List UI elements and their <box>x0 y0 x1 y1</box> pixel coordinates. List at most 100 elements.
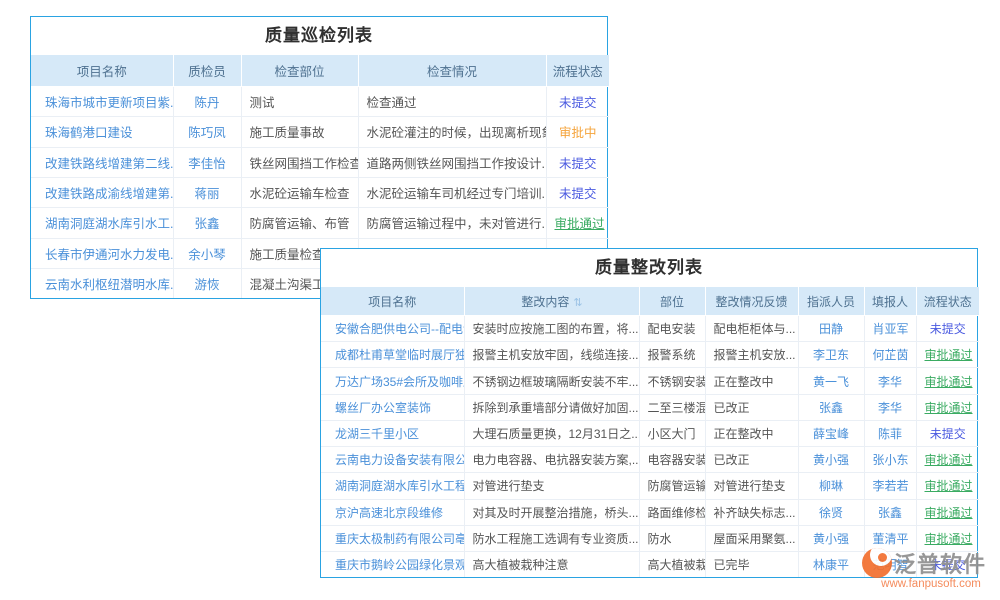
cell-content: 防水工程施工选调有专业资质... <box>464 525 639 551</box>
cell-status: 审批通过 <box>916 342 979 368</box>
cell-status: 审批中 <box>546 117 609 147</box>
cell-project[interactable]: 珠海鹤港口建设 <box>31 117 173 147</box>
column-header-feedback: 整改情况反馈 <box>705 287 798 316</box>
cell-reporter[interactable]: 肖亚军 <box>864 316 916 342</box>
cell-project[interactable]: 成都杜甫草堂临时展厅独立展... <box>321 342 464 368</box>
cell-feedback: 补齐缺失标志... <box>705 499 798 525</box>
cell-assignee[interactable]: 黄小强 <box>798 525 864 551</box>
cell-project[interactable]: 湖南洞庭湖水库引水工程施工标 <box>321 473 464 499</box>
cell-inspector[interactable]: 余小琴 <box>173 238 241 268</box>
cell-project[interactable]: 重庆市鹅岭公园绿化景观提升... <box>321 551 464 577</box>
cell-reporter[interactable]: 李华 <box>864 368 916 394</box>
cell-content: 报警主机安放牢固，线缆连接... <box>464 342 639 368</box>
cell-project[interactable]: 螺丝厂办公室装饰 <box>321 394 464 420</box>
cell-part: 测试 <box>241 87 358 117</box>
cell-part: 防腐管运输、布管 <box>241 208 358 238</box>
cell-project[interactable]: 龙湖三千里小区 <box>321 420 464 446</box>
cell-reporter[interactable]: 李华 <box>864 394 916 420</box>
table-row: 京沪高速北京段维修对其及时开展整治措施，桥头...路面维修检...补齐缺失标志.… <box>321 499 979 525</box>
cell-status: 审批通过 <box>916 447 979 473</box>
cell-reporter[interactable]: 何芷茵 <box>864 342 916 368</box>
cell-project[interactable]: 改建铁路成渝线增建第... <box>31 177 173 207</box>
table-row: 湖南洞庭湖水库引水工...张鑫防腐管运输、布管防腐管运输过程中，未对管进行...… <box>31 208 609 238</box>
cell-part: 铁丝网围挡工作检查 <box>241 147 358 177</box>
cell-content: 安装时应按施工图的布置，将... <box>464 316 639 342</box>
cell-inspector[interactable]: 陈丹 <box>173 87 241 117</box>
cell-project[interactable]: 云南水利枢纽潜明水库... <box>31 268 173 298</box>
cell-assignee[interactable]: 张鑫 <box>798 394 864 420</box>
column-header-assignee: 指派人员 <box>798 287 864 316</box>
table-row: 万达广场35#会所及咖啡厅空...不锈钢边框玻璃隔断安装不牢...不锈钢安装..… <box>321 368 979 394</box>
cell-project[interactable]: 改建铁路线增建第二线... <box>31 147 173 177</box>
cell-inspector[interactable]: 张鑫 <box>173 208 241 238</box>
rectification-table: 项目名称整改内容⇅部位整改情况反馈指派人员填报人流程状态 安徽合肥供电公司--配… <box>321 287 979 577</box>
column-header-project: 项目名称 <box>31 55 173 87</box>
cell-assignee[interactable]: 黄一飞 <box>798 368 864 394</box>
table-row: 云南电力设备安装有限公司20...电力电容器、电抗器安装方案,...电容器安装.… <box>321 447 979 473</box>
cell-status: 未提交 <box>546 147 609 177</box>
cell-situation: 水泥砼运输车司机经过专门培训... <box>358 177 546 207</box>
cell-inspector[interactable]: 李佳怡 <box>173 147 241 177</box>
cell-project[interactable]: 重庆太极制药有限公司亳州中... <box>321 525 464 551</box>
cell-reporter[interactable]: 张小东 <box>864 447 916 473</box>
cell-reporter[interactable]: 陈菲 <box>864 420 916 446</box>
fanpu-logo-icon <box>862 548 892 578</box>
cell-status: 审批通过 <box>916 394 979 420</box>
cell-feedback: 屋面采用聚氨... <box>705 525 798 551</box>
column-header-part: 部位 <box>639 287 705 316</box>
cell-inspector[interactable]: 游恢 <box>173 268 241 298</box>
cell-assignee[interactable]: 薛宝峰 <box>798 420 864 446</box>
cell-feedback: 正在整改中 <box>705 420 798 446</box>
cell-assignee[interactable]: 柳琳 <box>798 473 864 499</box>
cell-feedback: 已改正 <box>705 394 798 420</box>
cell-content: 拆除到承重墙部分请做好加固... <box>464 394 639 420</box>
column-header-part: 检查部位 <box>241 55 358 87</box>
column-header-content[interactable]: 整改内容⇅ <box>464 287 639 316</box>
cell-assignee[interactable]: 林康平 <box>798 551 864 577</box>
cell-project[interactable]: 湖南洞庭湖水库引水工... <box>31 208 173 238</box>
rectification-table-title: 质量整改列表 <box>321 249 977 287</box>
cell-part: 不锈钢安装... <box>639 368 705 394</box>
cell-reporter[interactable]: 张鑫 <box>864 499 916 525</box>
cell-part: 防腐管运输... <box>639 473 705 499</box>
cell-part: 路面维修检... <box>639 499 705 525</box>
cell-project[interactable]: 万达广场35#会所及咖啡厅空... <box>321 368 464 394</box>
table-row: 安徽合肥供电公司--配电设备...安装时应按施工图的布置，将...配电安装配电柜… <box>321 316 979 342</box>
column-header-situation: 检查情况 <box>358 55 546 87</box>
cell-part: 水泥砼运输车检查 <box>241 177 358 207</box>
cell-project[interactable]: 安徽合肥供电公司--配电设备... <box>321 316 464 342</box>
cell-content: 对管进行垫支 <box>464 473 639 499</box>
cell-situation: 检查通过 <box>358 87 546 117</box>
cell-feedback: 正在整改中 <box>705 368 798 394</box>
fanpu-brand-text: 泛普软件 <box>894 547 986 579</box>
cell-project[interactable]: 珠海市城市更新项目紫... <box>31 87 173 117</box>
column-header-status: 流程状态 <box>916 287 979 316</box>
cell-reporter[interactable]: 李若若 <box>864 473 916 499</box>
quality-rectification-table-card: 质量整改列表 项目名称整改内容⇅部位整改情况反馈指派人员填报人流程状态 安徽合肥… <box>320 248 978 578</box>
cell-status: 未提交 <box>916 420 979 446</box>
sort-icon[interactable]: ⇅ <box>573 297 581 309</box>
cell-project[interactable]: 长春市伊通河水力发电... <box>31 238 173 268</box>
cell-assignee[interactable]: 李卫东 <box>798 342 864 368</box>
cell-assignee[interactable]: 黄小强 <box>798 447 864 473</box>
cell-part: 施工质量事故 <box>241 117 358 147</box>
cell-inspector[interactable]: 陈巧凤 <box>173 117 241 147</box>
cell-content: 高大植被栽种注意 <box>464 551 639 577</box>
cell-content: 不锈钢边框玻璃隔断安装不牢... <box>464 368 639 394</box>
cell-feedback: 报警主机安放... <box>705 342 798 368</box>
rectification-table-header-row: 项目名称整改内容⇅部位整改情况反馈指派人员填报人流程状态 <box>321 287 979 316</box>
table-row: 湖南洞庭湖水库引水工程施工标对管进行垫支防腐管运输...对管进行垫支柳琳李若若审… <box>321 473 979 499</box>
cell-project[interactable]: 京沪高速北京段维修 <box>321 499 464 525</box>
cell-assignee[interactable]: 徐贤 <box>798 499 864 525</box>
cell-status: 审批通过 <box>546 208 609 238</box>
cell-situation: 道路两侧铁丝网围挡工作按设计... <box>358 147 546 177</box>
cell-assignee[interactable]: 田静 <box>798 316 864 342</box>
table-row: 改建铁路成渝线增建第...蒋丽水泥砼运输车检查水泥砼运输车司机经过专门培训...… <box>31 177 609 207</box>
fanpu-watermark: 泛普软件 www.fanpusoft.com <box>862 546 1000 594</box>
cell-part: 配电安装 <box>639 316 705 342</box>
inspection-table-header-row: 项目名称质检员检查部位检查情况流程状态 <box>31 55 609 87</box>
table-row: 龙湖三千里小区大理石质量更换，12月31日之...小区大门正在整改中薛宝峰陈菲未… <box>321 420 979 446</box>
cell-project[interactable]: 云南电力设备安装有限公司20... <box>321 447 464 473</box>
table-row: 珠海鹤港口建设陈巧凤施工质量事故水泥砼灌注的时候，出现离析现象审批中 <box>31 117 609 147</box>
cell-inspector[interactable]: 蒋丽 <box>173 177 241 207</box>
